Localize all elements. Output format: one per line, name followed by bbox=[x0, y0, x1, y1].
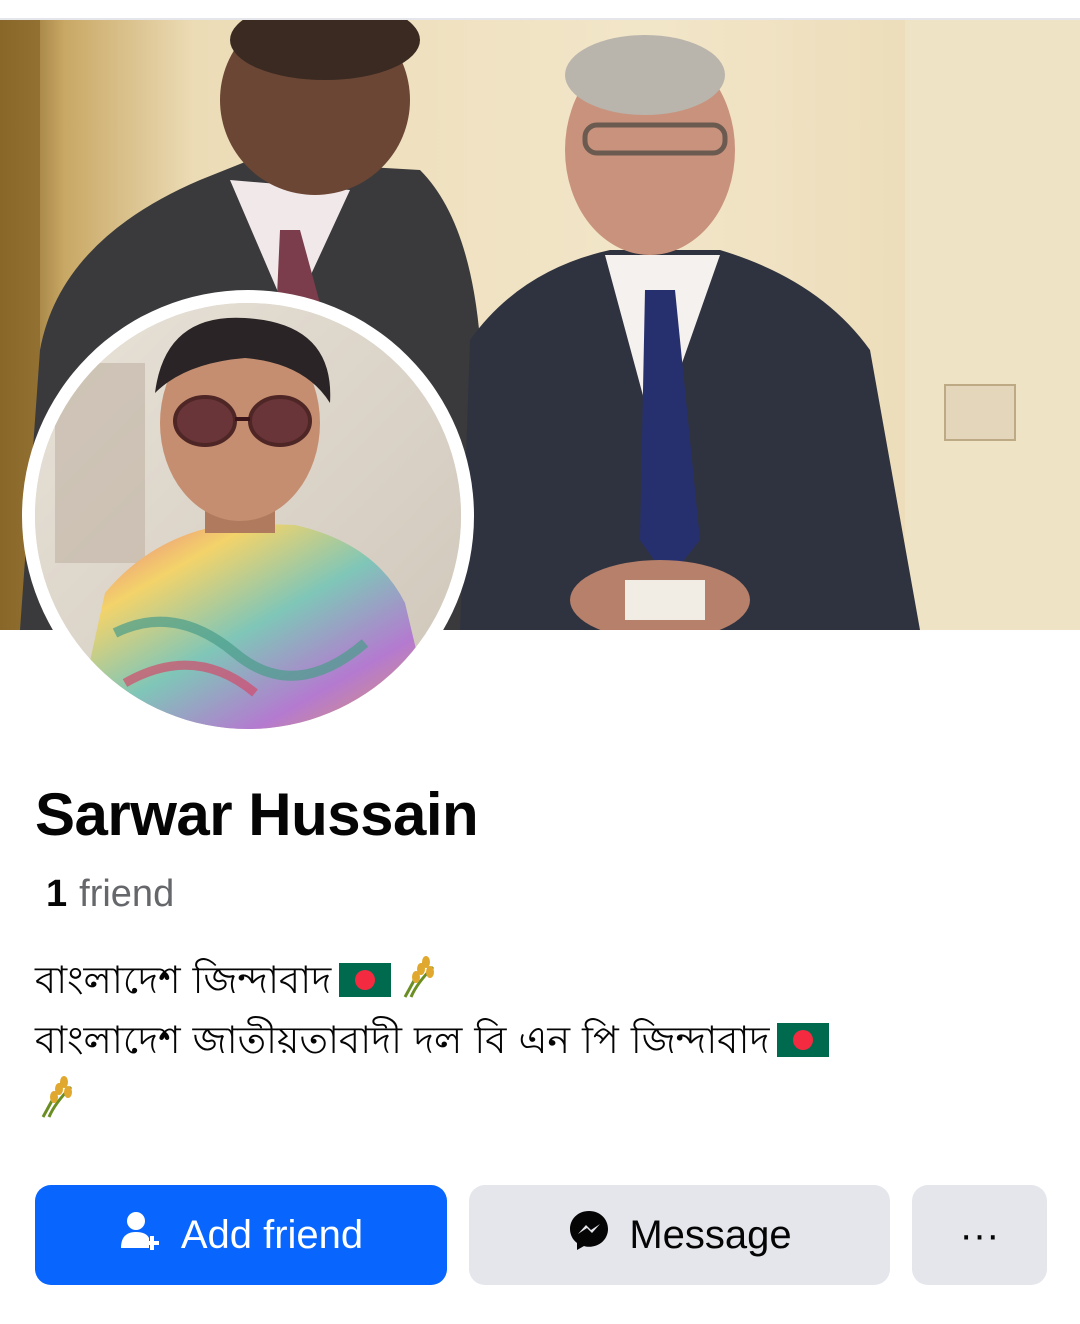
profile-name: Sarwar Hussain bbox=[35, 781, 479, 848]
bangladesh-flag-icon bbox=[339, 963, 392, 997]
profile-picture[interactable] bbox=[35, 303, 461, 729]
bio-line-1-text: বাংলাদেশ জিন্দাবাদ bbox=[35, 958, 332, 1002]
person-plus-icon bbox=[119, 1208, 163, 1262]
add-friend-button[interactable]: Add friend bbox=[35, 1185, 447, 1285]
friend-count-label: friend bbox=[79, 873, 175, 915]
bio-line-3 bbox=[35, 1070, 1045, 1130]
more-options-button[interactable]: ··· bbox=[912, 1185, 1047, 1285]
more-options-icon: ··· bbox=[959, 1212, 1000, 1257]
profile-bio: বাংলাদেশ জিন্দাবাদ বাংলাদেশ জাতীয়তাবাদী… bbox=[35, 950, 1045, 1130]
bio-line-2-text: বাংলাদেশ জাতীয়তাবাদী দল বি এন পি জিন্দা… bbox=[35, 1018, 770, 1062]
bio-line-2: বাংলাদেশ জাতীয়তাবাদী দল বি এন পি জিন্দা… bbox=[35, 1010, 1045, 1070]
rice-sheaf-icon bbox=[403, 956, 435, 998]
friend-count-number: 1 bbox=[46, 873, 68, 915]
message-button[interactable]: Message bbox=[469, 1185, 890, 1285]
rice-sheaf-icon bbox=[41, 1076, 73, 1118]
message-label: Message bbox=[629, 1212, 792, 1257]
profile-page: Sarwar Hussain 1 friend বাংলাদেশ জিন্দাবা… bbox=[0, 0, 1080, 1324]
profile-picture-frame[interactable] bbox=[22, 290, 474, 742]
add-friend-label: Add friend bbox=[180, 1212, 364, 1257]
bio-line-1: বাংলাদেশ জিন্দাবাদ bbox=[35, 950, 1045, 1010]
messenger-icon bbox=[567, 1208, 611, 1262]
friend-count[interactable]: 1 friend bbox=[46, 870, 174, 918]
bangladesh-flag-icon bbox=[777, 1023, 830, 1057]
